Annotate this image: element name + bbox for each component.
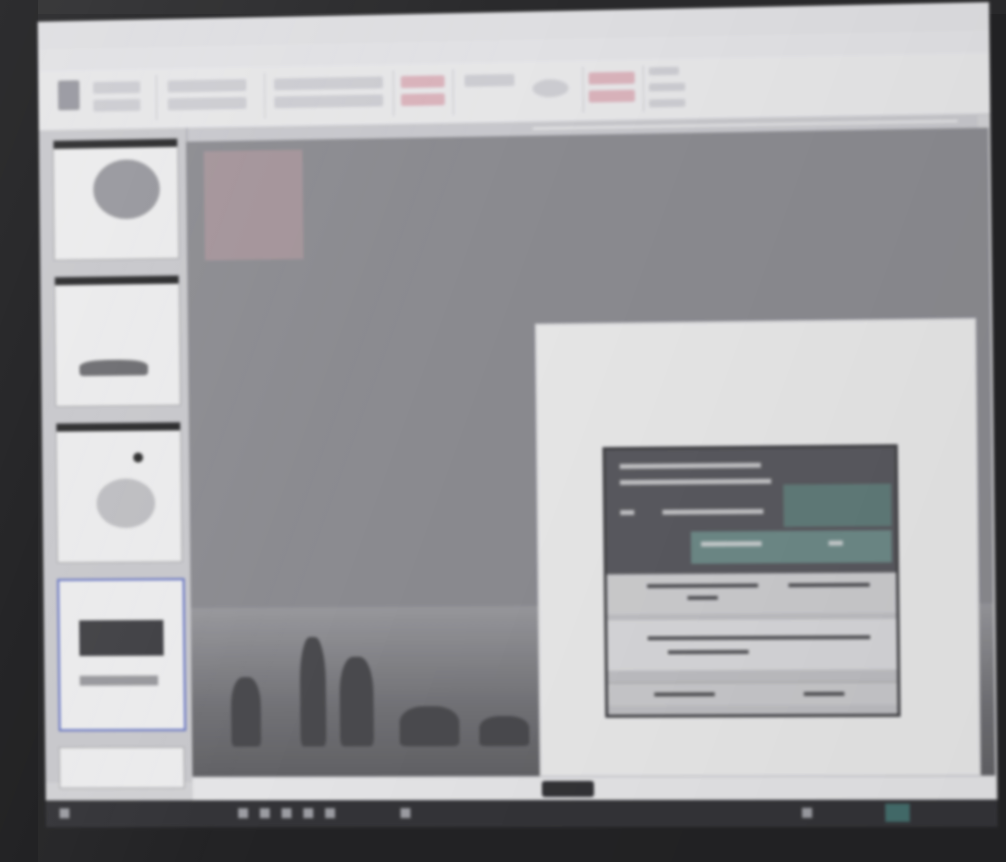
cut-button[interactable] <box>93 81 141 94</box>
bullets-button[interactable] <box>464 73 515 87</box>
paste-button[interactable] <box>57 80 80 111</box>
dialog-text-line <box>667 649 749 655</box>
dialog-button <box>607 682 760 706</box>
replace-button[interactable] <box>648 82 686 92</box>
notes-pane[interactable] <box>192 775 996 802</box>
thumbnail-image <box>79 359 149 377</box>
thumbnail-text <box>79 675 159 686</box>
slide-thumbnail[interactable] <box>52 137 180 261</box>
highlight-group <box>392 69 454 117</box>
app-icon[interactable] <box>400 808 411 819</box>
font-format-buttons[interactable] <box>274 94 384 109</box>
slide-editing-canvas[interactable] <box>185 127 996 823</box>
dialog-text-line <box>647 583 759 589</box>
dialog-text-line <box>619 462 761 470</box>
new-slide-button[interactable] <box>167 79 247 93</box>
shape-fill-button[interactable] <box>588 71 635 85</box>
thumbnail-image <box>79 619 164 657</box>
drawing-group <box>582 65 645 113</box>
dialog-field-highlight <box>783 483 892 527</box>
select-button[interactable] <box>649 98 686 108</box>
app-icon[interactable] <box>325 808 336 819</box>
copy-button[interactable] <box>93 98 141 112</box>
shape-outline-button[interactable] <box>588 89 635 103</box>
app-icon[interactable] <box>259 808 270 819</box>
font-group <box>264 70 395 119</box>
font-color-button[interactable] <box>400 93 445 107</box>
font-dropdown[interactable] <box>273 76 384 91</box>
find-button[interactable] <box>648 66 680 76</box>
dialog-text-line <box>662 508 764 515</box>
paragraph-group <box>452 66 584 116</box>
clipboard-group <box>38 74 158 123</box>
dialog-text-line <box>647 635 871 641</box>
presentation-app-window <box>37 2 998 828</box>
current-slide[interactable] <box>537 320 980 823</box>
dialog-button <box>759 681 898 706</box>
dialog-button-label <box>803 691 845 696</box>
thumbnail-header <box>55 275 179 286</box>
background-trees <box>191 626 549 747</box>
ruler-slide-extent <box>532 120 958 130</box>
notes-toggle-button[interactable] <box>541 780 595 797</box>
dialog-row <box>606 572 897 615</box>
slide-thumbnail-selected[interactable] <box>57 578 187 732</box>
dialog-button-label <box>654 692 715 697</box>
thumbnail-header <box>53 138 178 149</box>
start-icon[interactable] <box>59 808 70 819</box>
editing-group <box>643 64 714 112</box>
dialog-text-line <box>701 541 762 547</box>
dialog-text-line <box>620 510 635 516</box>
photo-of-monitor <box>0 0 1006 862</box>
dialog-text-line <box>687 595 718 600</box>
slide-thumbnail[interactable] <box>54 274 181 407</box>
thumbnail-image <box>96 478 156 529</box>
highlight-button[interactable] <box>400 75 445 89</box>
normal-view-icon[interactable] <box>801 807 813 818</box>
shape-icon[interactable] <box>532 78 569 98</box>
dialog-text-line <box>619 478 772 486</box>
thumbnail-image <box>133 452 144 463</box>
app-icon[interactable] <box>238 808 249 819</box>
background-shape <box>203 149 304 261</box>
status-bar <box>45 799 998 828</box>
dialog-row <box>607 618 898 671</box>
app-icon[interactable] <box>281 808 292 819</box>
slides-group <box>155 72 266 121</box>
monitor-bezel-left <box>0 0 38 862</box>
embedded-dialog-screenshot <box>602 444 901 718</box>
thumbnail-header <box>56 422 181 432</box>
slide-thumbnail[interactable] <box>58 746 185 789</box>
app-icon[interactable] <box>303 808 314 819</box>
dialog-button-highlight <box>690 530 892 564</box>
dialog-text-line <box>828 540 843 546</box>
slide-thumbnail-panel[interactable] <box>38 127 195 789</box>
slide-title[interactable] <box>537 356 974 361</box>
slideshow-icon[interactable] <box>885 803 910 822</box>
slide-thumbnail[interactable] <box>55 421 183 564</box>
dialog-text-line <box>788 582 870 588</box>
layout-button[interactable] <box>167 96 247 111</box>
dialog-header <box>605 447 897 575</box>
thumbnail-image <box>92 159 161 220</box>
